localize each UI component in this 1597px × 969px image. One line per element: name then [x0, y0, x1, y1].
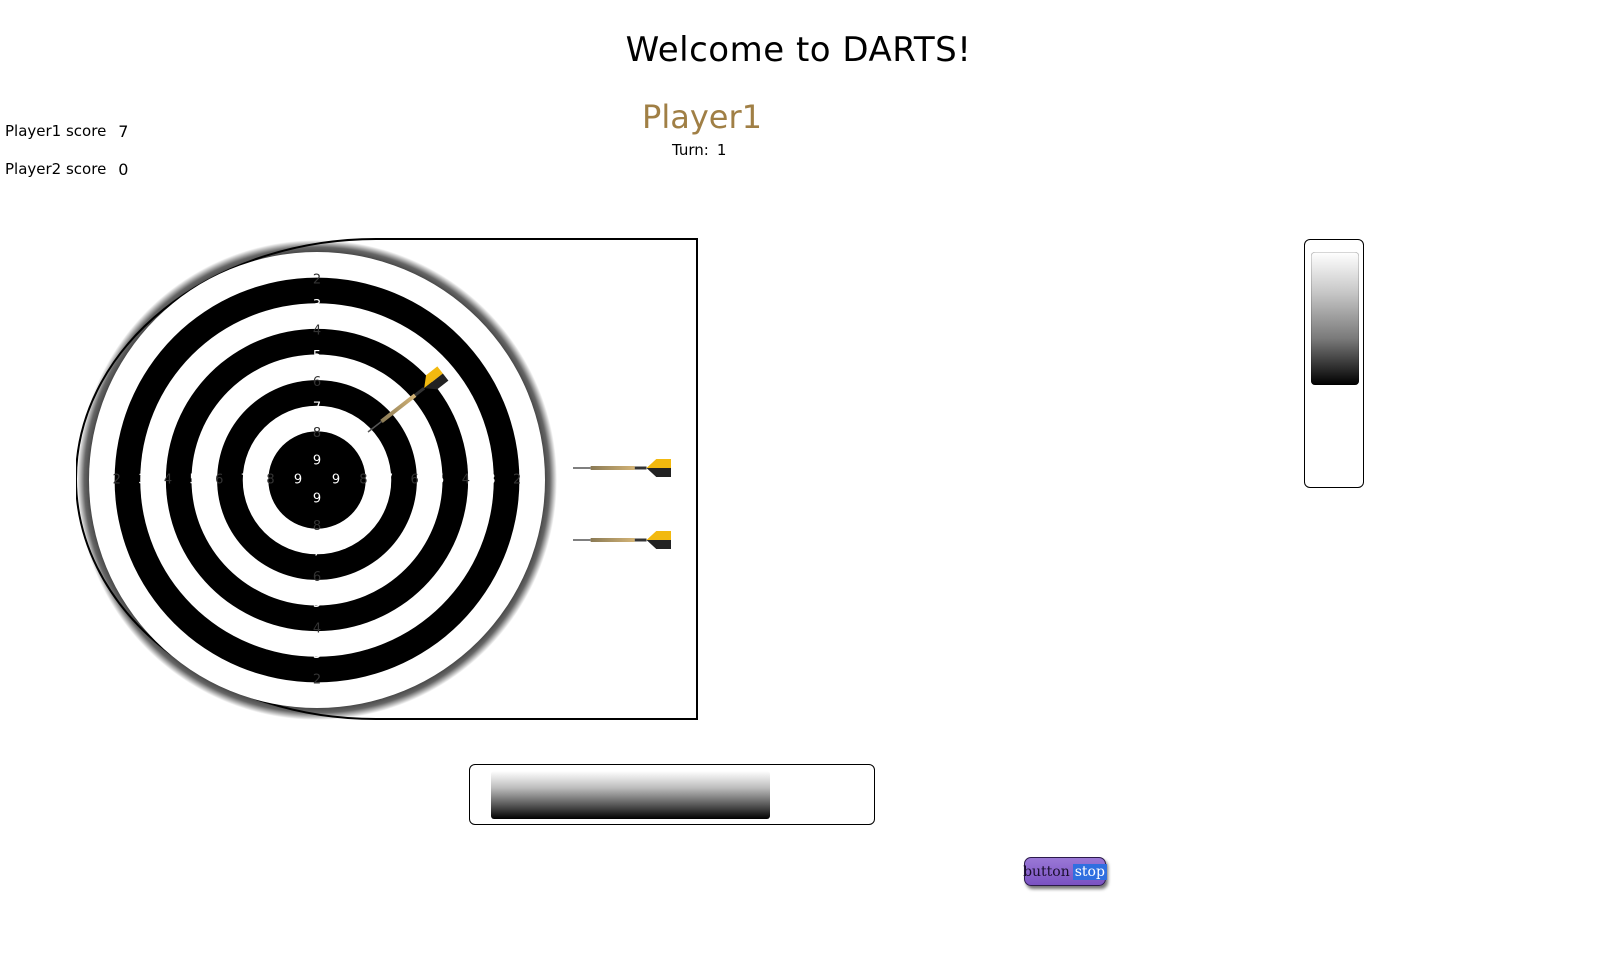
ring-label-8: 8 [266, 473, 274, 488]
ring-label-5: 5 [436, 473, 444, 488]
player1-score-value: 7 [118, 122, 129, 141]
dartboard-area[interactable]: 111122223333444455556666777788889999 [76, 238, 698, 720]
ring-label-4: 4 [164, 473, 172, 488]
ring-label-9: 9 [294, 473, 302, 488]
player1-score-label: Player1 score [5, 122, 107, 140]
player2-score-value: 0 [118, 160, 129, 179]
horizontal-meter-fill [491, 771, 770, 819]
ring-label-9: 9 [313, 492, 321, 507]
dartboard[interactable]: 111 1222 2333 3444 4555 5666 6777 7888 8999 9 [76, 238, 698, 720]
ring-label-3: 3 [313, 647, 321, 662]
ring-label-4: 4 [313, 324, 321, 339]
ring-label-1: 1 [94, 473, 102, 488]
stop-button-selected-text: stop [1072, 863, 1107, 880]
vertical-meter-fill [1311, 252, 1359, 385]
ring-label-1: 1 [313, 254, 321, 269]
ring-label-6: 6 [313, 375, 321, 390]
ring-label-6: 6 [313, 570, 321, 585]
vertical-power-meter [1304, 239, 1364, 488]
player2-score-row: Player2 score 0 [5, 160, 128, 198]
ring-label-8: 8 [313, 519, 321, 534]
ring-9 [268, 431, 366, 529]
ring-label-2: 2 [313, 673, 321, 688]
ring-label-7: 7 [385, 473, 393, 488]
ring-label-6: 6 [215, 473, 223, 488]
stop-button[interactable]: button stop [1023, 857, 1107, 886]
ring-label-2: 2 [113, 473, 121, 488]
ring-label-4: 4 [462, 473, 470, 488]
ring-label-5: 5 [190, 473, 198, 488]
stop-button-text: button [1023, 863, 1070, 880]
ring-label-3: 3 [487, 473, 495, 488]
ring-label-7: 7 [241, 473, 249, 488]
ring-label-6: 6 [411, 473, 419, 488]
turn-value: 1 [716, 141, 727, 159]
ring-label-8: 8 [313, 426, 321, 441]
horizontal-power-meter [469, 764, 875, 825]
ring-label-1: 1 [313, 692, 321, 707]
player1-score-row: Player1 score 7 [5, 122, 128, 160]
ring-label-9: 9 [332, 473, 340, 488]
ring-label-3: 3 [138, 473, 146, 488]
ring-label-2: 2 [513, 473, 521, 488]
ring-label-2: 2 [313, 272, 321, 287]
turn-indicator: Turn: 1 [672, 141, 726, 159]
ring-label-9: 9 [313, 454, 321, 469]
ring-label-5: 5 [313, 596, 321, 611]
ring-label-8: 8 [359, 473, 367, 488]
ring-label-3: 3 [313, 298, 321, 313]
turn-label: Turn: [672, 141, 709, 159]
current-player-name: Player1 [642, 98, 762, 136]
ring-label-7: 7 [313, 545, 321, 560]
ring-label-7: 7 [313, 400, 321, 415]
ring-label-4: 4 [313, 621, 321, 636]
ring-label-1: 1 [532, 473, 540, 488]
scoreboard: Player1 score 7 Player2 score 0 [5, 122, 128, 198]
player2-score-label: Player2 score [5, 160, 107, 178]
page-title: Welcome to DARTS! [625, 30, 972, 70]
ring-label-5: 5 [313, 349, 321, 364]
